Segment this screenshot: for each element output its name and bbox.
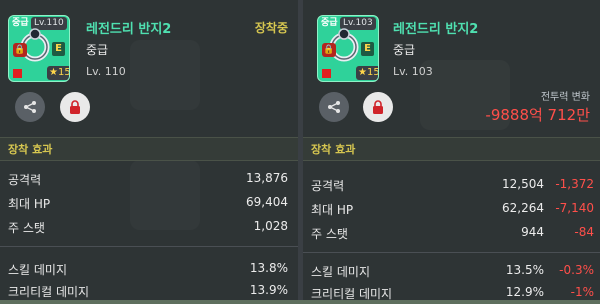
- divider: [303, 252, 600, 253]
- stat-row: 스킬 데미지 13.8%: [0, 258, 298, 280]
- stat-value: 69,404: [246, 195, 288, 209]
- lock-icon: 🔒: [322, 43, 336, 57]
- equipped-item-panel: 중급 Lv.110 🔒 E ★15 레전드리 반지2 중급 Lv. 110 장착…: [0, 0, 298, 300]
- e-badge: E: [52, 42, 65, 56]
- share-button[interactable]: [15, 92, 45, 122]
- stat-row: 공격력 12,504 -1,372: [303, 174, 600, 196]
- stat-row: 크리티컬 데미지 13.9%: [0, 280, 298, 302]
- stat-label: 공격력: [311, 179, 345, 193]
- stat-label: 크리티컬 데미지: [8, 285, 90, 299]
- stat-label: 주 스탯: [8, 221, 45, 235]
- stat-label: 스킬 데미지: [8, 263, 68, 277]
- item-icon[interactable]: 중급 Lv.103 🔒 E ★15: [317, 15, 379, 82]
- stat-value: 13.5%: [505, 263, 544, 277]
- compare-item-panel: 중급 Lv.103 🔒 E ★15 레전드리 반지2 중급 Lv. 103 전투…: [303, 0, 600, 301]
- share-icon: [328, 101, 340, 113]
- star-level: 15: [366, 67, 379, 78]
- item-icon[interactable]: 중급 Lv.110 🔒 E ★15: [8, 15, 70, 82]
- item-level: Lv. 110: [86, 65, 126, 78]
- share-button[interactable]: [319, 92, 349, 122]
- status-marker: [13, 69, 22, 78]
- stat-value: 62,264: [502, 201, 544, 215]
- section-title: 장착 효과: [8, 143, 53, 156]
- star-level: 15: [57, 67, 70, 78]
- stat-value: 12.9%: [505, 285, 544, 299]
- stat-row: 스킬 데미지 13.5% -0.3%: [303, 260, 600, 282]
- stat-diff: -84: [574, 225, 594, 239]
- stat-diff: -1,372: [555, 177, 594, 191]
- stat-label: 주 스탯: [311, 227, 348, 241]
- stat-value: 12,504: [502, 177, 544, 191]
- share-icon: [24, 101, 36, 113]
- stat-value: 1,028: [253, 219, 288, 233]
- stat-label: 최대 HP: [311, 203, 354, 217]
- lock-button[interactable]: [60, 92, 90, 122]
- stat-value: 944: [521, 225, 544, 239]
- equip-effect-header: 장착 효과: [303, 137, 600, 161]
- stat-row: 크리티컬 데미지 12.9% -1%: [303, 282, 600, 304]
- stat-label: 크리티컬 데미지: [311, 287, 393, 301]
- stat-row: 최대 HP 69,404: [0, 192, 298, 214]
- item-name: 레전드리 반지2: [86, 22, 172, 37]
- item-name: 레전드리 반지2: [393, 22, 479, 37]
- stat-diff: -7,140: [555, 201, 594, 215]
- item-level: Lv. 103: [393, 65, 433, 78]
- stat-diff: -1%: [570, 285, 594, 299]
- equipped-label: 장착중: [254, 21, 288, 35]
- lock-icon: 🔒: [13, 43, 27, 57]
- stat-row: 공격력 13,876: [0, 168, 298, 190]
- section-title: 장착 효과: [311, 143, 356, 156]
- lock-button[interactable]: [363, 92, 393, 122]
- stat-label: 최대 HP: [8, 197, 51, 211]
- star-level-badge: ★15: [47, 66, 70, 80]
- stat-diff: -0.3%: [559, 263, 594, 277]
- item-grade: 중급: [86, 43, 109, 57]
- stat-row: 최대 HP 62,264 -7,140: [303, 198, 600, 220]
- stat-value: 13.9%: [249, 283, 288, 297]
- combat-power-change-label: 전투력 변화: [540, 92, 590, 103]
- lock-icon: [70, 100, 80, 114]
- divider: [0, 246, 298, 247]
- status-marker: [322, 69, 331, 78]
- combat-power-change-value: -9888억 712만: [485, 106, 590, 124]
- stat-value: 13.8%: [249, 261, 288, 275]
- stat-label: 스킬 데미지: [311, 265, 371, 279]
- stat-label: 공격력: [8, 173, 42, 187]
- stat-row: 주 스탯 1,028: [0, 216, 298, 238]
- e-badge: E: [361, 42, 374, 56]
- item-grade: 중급: [393, 43, 416, 57]
- stat-value: 13,876: [246, 171, 288, 185]
- star-level-badge: ★15: [356, 66, 379, 80]
- lock-icon: [373, 100, 383, 114]
- stat-row: 주 스탯 944 -84: [303, 222, 600, 244]
- equip-effect-header: 장착 효과: [0, 137, 298, 161]
